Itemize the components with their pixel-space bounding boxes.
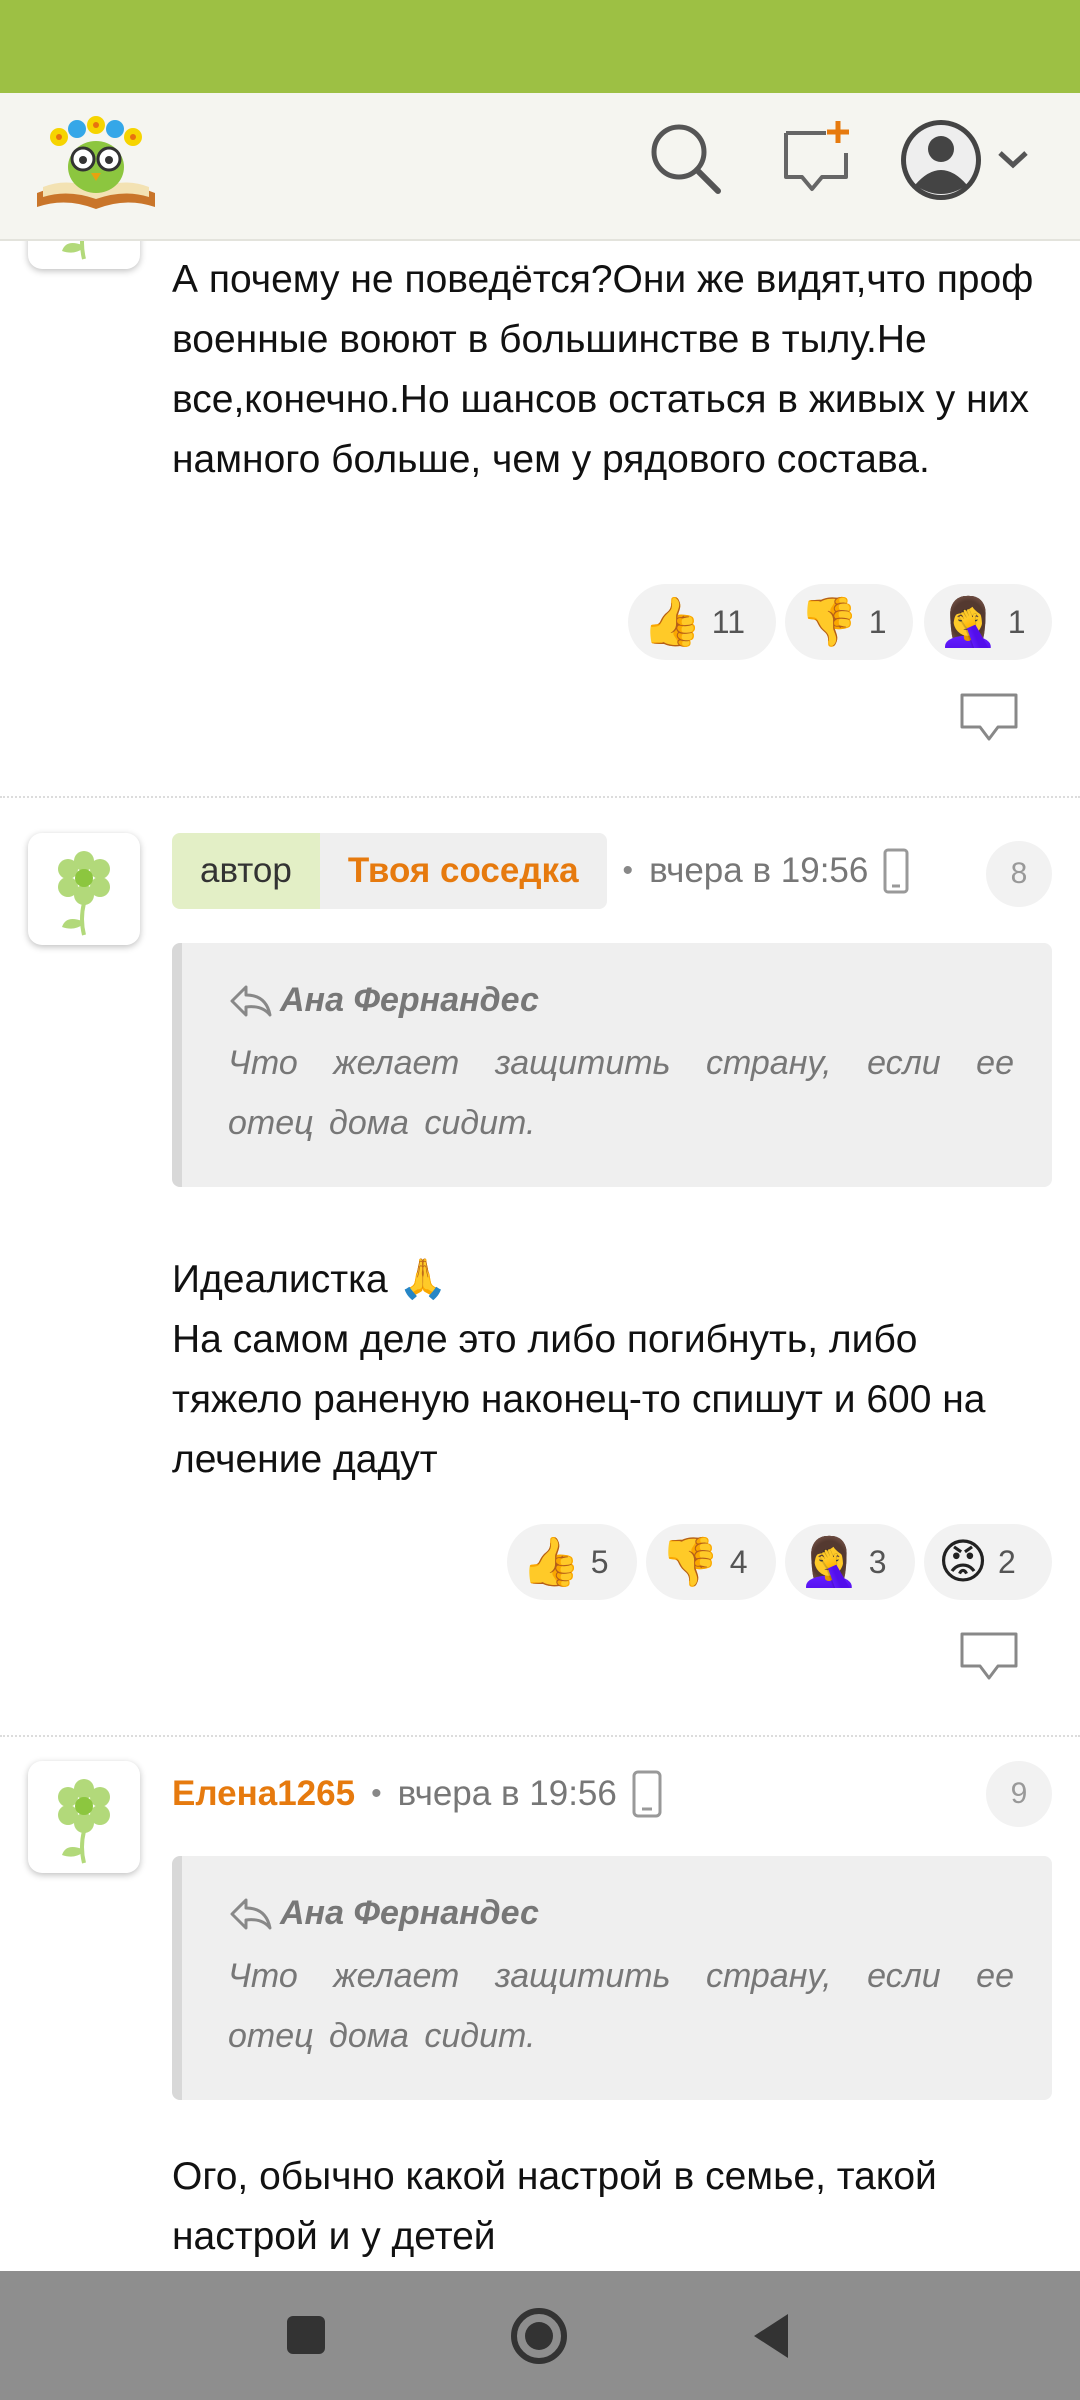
square-icon[interactable]: [285, 2306, 327, 2366]
reaction-count: 2: [998, 1543, 1016, 1580]
comment-text: Ого, обычно какой настрой в семье, такой…: [172, 2155, 937, 2258]
avatar[interactable]: [28, 241, 140, 269]
reply-arrow-icon: [230, 985, 272, 1016]
comment-text-body: На самом деле это либо погибнуть, либо т…: [172, 1318, 986, 1481]
reaction-facepalm[interactable]: 🤦‍♀️ 3: [785, 1524, 915, 1600]
quote-text: Что желает защитить страну, если ее отец…: [228, 1044, 1014, 1142]
mobile-device-icon: [632, 1770, 662, 1818]
back-triangle-icon[interactable]: [748, 2306, 794, 2366]
reaction-count: 1: [1007, 603, 1026, 640]
reaction-facepalm[interactable]: 🤦‍♀️ 1: [924, 584, 1052, 660]
quote-author-line: Ана Фернандес: [228, 981, 539, 1020]
reply-arrow-icon: [230, 1898, 272, 1929]
facepalm-icon: 🤦‍♀️: [799, 1534, 859, 1590]
separator-dot: •: [371, 1777, 382, 1810]
reaction-angry[interactable]: 😡 2: [924, 1524, 1052, 1600]
user-name[interactable]: Твоя соседка: [319, 833, 607, 909]
comment-text: А почему не поведётся?Они же видят,что п…: [172, 258, 1034, 481]
circle-icon[interactable]: [509, 2306, 569, 2366]
user-avatar-icon[interactable]: [900, 119, 1036, 201]
quote-author[interactable]: Ана Фернандес: [280, 1894, 539, 1933]
divider: [0, 796, 1080, 798]
divider: [0, 1735, 1080, 1737]
thumbs-up-icon: 👍: [642, 594, 702, 650]
reaction-like[interactable]: 👍 11: [628, 584, 776, 660]
reaction-dislike[interactable]: 👎 1: [785, 584, 913, 660]
app-header: [0, 93, 1080, 241]
reaction-count: 4: [729, 1543, 748, 1580]
comment-number[interactable]: 9: [986, 1761, 1052, 1827]
author-tag: автор Твоя соседка: [172, 833, 607, 909]
angry-face-icon: 😡: [938, 1534, 989, 1590]
avatar[interactable]: [28, 1761, 140, 1873]
quote-author[interactable]: Ана Фернандес: [280, 981, 539, 1020]
comment-text: Идеалистка 🙏 На самом деле это либо поги…: [172, 1250, 1052, 1490]
author-label: автор: [172, 833, 320, 909]
search-icon[interactable]: [646, 119, 722, 195]
comment-meta: автор Твоя соседка • вчера в 19:56: [172, 833, 910, 909]
reply-comment-icon[interactable]: [958, 1630, 1020, 1684]
reply-comment-icon[interactable]: [958, 691, 1020, 745]
book-owl-logo[interactable]: [33, 107, 159, 219]
reaction-dislike[interactable]: 👎 4: [646, 1524, 776, 1600]
comment-time: вчера в 19:56: [649, 851, 869, 890]
comment-number[interactable]: 8: [986, 841, 1052, 907]
facepalm-icon: 🤦‍♀️: [938, 594, 998, 650]
new-message-icon[interactable]: [780, 119, 856, 195]
chevron-down-icon: [998, 151, 1028, 169]
mobile-device-icon: [883, 848, 909, 894]
thumbs-down-icon: 👎: [799, 594, 859, 650]
quote-block: Ана Фернандес Что желает защитить страну…: [172, 943, 1052, 1187]
quote-author-line: Ана Фернандес: [228, 1894, 539, 1933]
thumbs-up-icon: 👍: [521, 1534, 581, 1590]
reaction-count: 5: [590, 1543, 609, 1580]
comment-time: вчера в 19:56: [397, 1774, 617, 1813]
reaction-like[interactable]: 👍 5: [507, 1524, 637, 1600]
system-nav-bar: [0, 2271, 1080, 2400]
quote-text: Что желает защитить страну, если ее отец…: [228, 1957, 1014, 2055]
quote-block: Ана Фернандес Что желает защитить страну…: [172, 1856, 1052, 2100]
status-bar: [0, 0, 1080, 93]
comment-meta: Елена1265 • вчера в 19:56: [172, 1756, 663, 1832]
avatar[interactable]: [28, 833, 140, 945]
user-name[interactable]: Елена1265: [172, 1774, 355, 1814]
reaction-count: 11: [711, 603, 745, 640]
reaction-count: 3: [868, 1543, 887, 1580]
comment-text-line: Идеалистка 🙏: [172, 1258, 448, 1301]
thumbs-down-icon: 👎: [660, 1534, 720, 1590]
separator-dot: •: [622, 854, 634, 887]
reaction-count: 1: [868, 603, 887, 640]
comment-feed: А почему не поведётся?Они же видят,что п…: [0, 241, 1080, 2271]
